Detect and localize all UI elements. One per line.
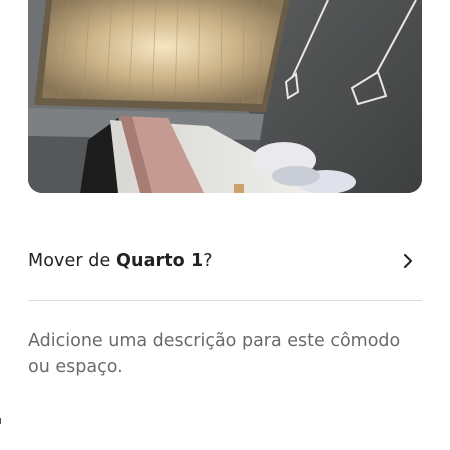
chevron-right-icon	[404, 254, 412, 268]
move-room-name: Quarto 1	[116, 251, 204, 271]
divider	[28, 300, 422, 301]
move-room-row[interactable]: Mover de Quarto 1?	[28, 238, 422, 284]
bedroom-photo-image	[28, 0, 422, 193]
move-room-suffix: ?	[203, 251, 213, 271]
room-description-input[interactable]: Adicione uma descrição para este cômodo …	[28, 328, 422, 380]
room-detail-screen: Mover de Quarto 1? Adicione uma descriçã…	[0, 0, 450, 450]
move-room-label: Mover de Quarto 1?	[28, 251, 213, 271]
room-photo[interactable]	[28, 0, 422, 193]
move-room-prefix: Mover de	[28, 251, 117, 271]
edge-mark	[0, 418, 1, 424]
